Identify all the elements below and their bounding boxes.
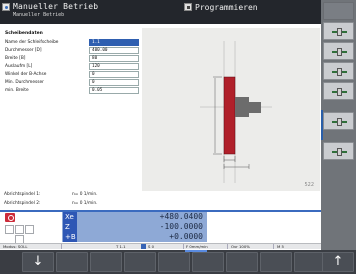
overhang-input[interactable]: 120 — [89, 63, 139, 70]
form-row-diameter: Durchmesser [D] 400.00 — [4, 47, 139, 55]
axis-select-box[interactable] — [15, 225, 24, 234]
status-divider — [227, 244, 228, 249]
manual-mode-icon — [2, 3, 10, 11]
min-width-input[interactable]: 0.05 — [89, 87, 139, 94]
form-row-wheel-name: Name der Schleifscheibe 1.1 — [4, 39, 139, 47]
spindle-indicator-icon — [141, 244, 146, 249]
dro-axis-b: +B +0.0000 — [62, 232, 207, 242]
status-m-function: M 5 — [277, 244, 284, 249]
dro-controls — [4, 212, 64, 246]
field-label: Durchmesser [D] — [5, 48, 42, 53]
b-axis-angle-input[interactable]: 0 — [89, 71, 139, 78]
softkey-vertical-4[interactable] — [323, 82, 354, 100]
spindle-stub — [249, 102, 261, 113]
status-override: Ovr 100% — [231, 244, 250, 249]
mode-header: Manueller Betrieb Manueller Betrieb — [0, 0, 181, 24]
diameter-input[interactable]: 400.00 — [89, 47, 139, 54]
wheel-name-input[interactable]: 1.1 — [89, 39, 139, 46]
arrow-up-icon: ↑ — [332, 254, 344, 269]
field-label: Breite [B] — [5, 56, 26, 61]
machine-function-icon — [332, 68, 347, 76]
status-divider — [61, 244, 62, 249]
softkey-horizontal-5[interactable] — [192, 252, 224, 272]
machine-function-icon — [332, 48, 347, 56]
axis-value: +0.0000 — [169, 232, 203, 241]
field-label: min. Breite — [5, 88, 29, 93]
dressing-spindle-1: Abrichtspindel 1: n= 0 1/min. — [4, 192, 142, 199]
stop-icon[interactable] — [5, 213, 15, 222]
softkey-vertical-5[interactable] — [323, 112, 354, 130]
program-mode-tab[interactable]: Programmieren — [181, 0, 321, 24]
form-row-min-width: min. Breite 0.05 — [4, 87, 139, 95]
form-row-width: Breite [B] 80 — [4, 55, 139, 63]
program-mode-title: Programmieren — [195, 3, 258, 12]
spindle-label: Abrichtspindel 1: — [4, 192, 41, 197]
dro-axis-x: Xe +480.0400 — [62, 212, 207, 222]
axis-name: +B — [63, 232, 77, 242]
active-softkey-marker — [321, 110, 323, 140]
status-divider — [273, 244, 274, 249]
wheel-drawing — [200, 41, 272, 183]
axis-value: +480.0400 — [159, 212, 203, 221]
programming-icon — [184, 3, 192, 11]
form-row-overhang: Auslaufm [L] 120 — [4, 63, 139, 71]
vertical-softkey-bar — [321, 0, 356, 256]
field-label: Min. Durchmesser — [5, 80, 44, 85]
softkey-vertical-6[interactable] — [323, 142, 354, 160]
spindle-speed: n= 0 1/min. — [72, 201, 98, 206]
axis-name: Z — [63, 222, 77, 232]
wheel-flange — [235, 97, 249, 117]
status-bar: Modus: SOLL T 1.1 S 0 F 0mm/min Ovr 100%… — [0, 243, 321, 249]
status-mode: Modus: SOLL — [3, 244, 28, 249]
softkey-horizontal-6[interactable] — [226, 252, 258, 272]
machine-function-icon — [332, 28, 347, 36]
machine-function-icon — [332, 148, 347, 156]
field-label: Winkel der B-Achse — [5, 72, 47, 77]
form-row-min-diameter: Min. Durchmesser 0 — [4, 79, 139, 87]
softkey-vertical-3[interactable] — [323, 62, 354, 80]
status-feed: F 0mm/min — [186, 244, 208, 249]
view-number: 522 — [304, 182, 314, 188]
arrow-down-button[interactable]: ↓ — [22, 252, 54, 272]
softkey-horizontal-2[interactable] — [90, 252, 122, 272]
form-title: Scheibendaten — [5, 31, 43, 36]
min-diameter-input[interactable]: 0 — [89, 79, 139, 86]
axis-select-box[interactable] — [25, 225, 34, 234]
softkey-horizontal-4[interactable] — [158, 252, 190, 272]
axis-value: -100.0000 — [159, 222, 203, 231]
softkey-horizontal-7[interactable] — [260, 252, 292, 272]
spindle-speed: n= 0 1/min. — [72, 192, 98, 197]
mode-title: Manueller Betrieb — [13, 2, 99, 11]
softkey-vertical-1[interactable] — [323, 22, 354, 40]
softkey-level-marker — [185, 250, 207, 252]
softkey-horizontal-1[interactable] — [56, 252, 88, 272]
mode-subtitle: Manueller Betrieb — [13, 12, 65, 18]
status-divider — [183, 244, 184, 249]
wheel-data-form: Scheibendaten Name der Schleifscheibe 1.… — [4, 31, 139, 181]
softkey-mode-switch[interactable] — [323, 2, 354, 20]
arrow-down-icon: ↓ — [32, 254, 44, 269]
width-input[interactable]: 80 — [89, 55, 139, 62]
machine-function-icon — [332, 118, 347, 126]
softkey-horizontal-3[interactable] — [124, 252, 156, 272]
spindle-label: Abrichtspindel 2: — [4, 201, 41, 206]
dressing-spindle-2: Abrichtspindel 2: n= 0 1/min. — [4, 201, 142, 208]
grinding-wheel — [223, 76, 236, 155]
wheel-graphic-panel: 522 — [142, 28, 320, 191]
machine-function-icon — [332, 88, 347, 96]
softkey-vertical-2[interactable] — [323, 42, 354, 60]
status-tool: T 1.1 — [116, 244, 126, 249]
horizontal-softkey-bar: ↓ ↑ — [0, 250, 356, 274]
axis-name: Xe — [63, 212, 77, 222]
status-spindle: S 0 — [148, 244, 155, 249]
form-row-b-axis-angle: Winkel der B-Achse 0 — [4, 71, 139, 79]
dro-axis-z: Z -100.0000 — [62, 222, 207, 232]
arrow-up-button[interactable]: ↑ — [322, 252, 354, 272]
field-label: Name der Schleifscheibe — [5, 40, 59, 45]
axis-select-box[interactable] — [5, 225, 14, 234]
field-label: Auslaufm [L] — [5, 64, 33, 69]
